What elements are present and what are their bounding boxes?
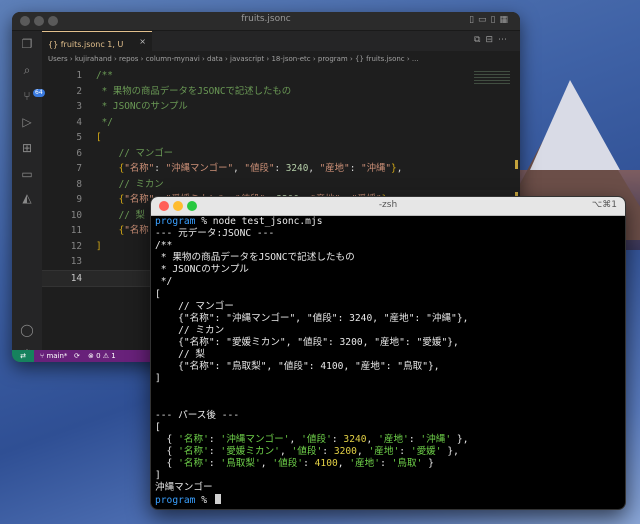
- tab-label: {} fruits.jsonc 1, U: [48, 40, 124, 49]
- remote-indicator[interactable]: ⇄: [12, 350, 34, 362]
- code-line[interactable]: 3 * JSONCのサンプル: [42, 99, 520, 115]
- code-line[interactable]: 4 */: [42, 115, 520, 131]
- terminal-line: --- 元データ:JSONC ---: [155, 228, 275, 240]
- code-line[interactable]: 6 // マンゴー: [42, 146, 520, 162]
- modified-marker: [515, 160, 518, 169]
- sync-icon[interactable]: ⟳: [74, 350, 80, 362]
- editor-tab-bar: {} fruits.jsonc 1, U × ⧉⊟⋯: [42, 31, 520, 52]
- minimap[interactable]: [474, 70, 510, 84]
- remote-explorer-icon[interactable]: ▭: [20, 167, 34, 181]
- explorer-icon[interactable]: ❐: [20, 37, 34, 51]
- code-text: {"名称": [118, 225, 155, 236]
- branch-name: main*: [46, 352, 68, 360]
- line-number: 2: [76, 85, 82, 97]
- layout-icons[interactable]: ▯▭▯▦: [469, 15, 512, 25]
- line-number: 1: [76, 70, 82, 81]
- line-number: 4: [76, 116, 82, 128]
- terminal-line: program % node test_jsonc.mjs: [155, 216, 323, 227]
- terminal-line: {"名称": "愛媛ミカン", "値段": 3200, "産地": "愛媛"},: [155, 336, 459, 348]
- line-number: 8: [76, 178, 82, 190]
- terminal-line: // ミカン: [155, 324, 225, 336]
- terminal-titlebar: -zsh ⌥⌘1: [151, 197, 625, 216]
- terminal-line: */: [155, 276, 173, 288]
- activity-bar: ❐ ⌕ ⑂64 ▷ ⊞ ▭ ◭ ◯ ⚙: [12, 31, 45, 361]
- line-number: 9: [76, 194, 82, 205]
- code-text: // ミカン: [118, 178, 164, 190]
- code-text: // マンゴー: [118, 147, 174, 159]
- line-number: 13: [70, 256, 82, 267]
- editor-actions[interactable]: ⧉⊟⋯: [474, 35, 512, 45]
- line-number: 3: [76, 101, 82, 112]
- code-text: * JSONCのサンプル: [96, 101, 188, 112]
- terminal-line: * 果物の商品データをJSONCで記述したもの: [155, 252, 355, 264]
- vscode-window-title: fruits.jsonc: [241, 14, 291, 24]
- close-icon[interactable]: ×: [133, 32, 146, 52]
- code-text: // 梨: [118, 209, 145, 221]
- terminal-line: 沖縄マンゴー: [155, 482, 213, 494]
- terminal-line: ]: [155, 373, 161, 385]
- code-line[interactable]: 8 // ミカン: [42, 177, 520, 193]
- code-line[interactable]: 7 {"名称": "沖縄マンゴー", "値段": 3240, "産地": "沖縄…: [42, 161, 520, 177]
- terminal-line: /**: [155, 240, 173, 252]
- vscode-titlebar: fruits.jsonc ▯▭▯▦: [12, 12, 520, 31]
- terminal-line: // マンゴー: [155, 300, 234, 312]
- extensions-icon[interactable]: ⊞: [20, 141, 34, 155]
- terminal-line: { '名称': '愛媛ミカン', '値段': 3200, '産地': '愛媛' …: [155, 445, 459, 457]
- terminal-line: { '名称': '沖縄マンゴー', '値段': 3240, '産地': '沖縄'…: [155, 433, 469, 445]
- code-text: /**: [96, 70, 113, 81]
- source-control-icon[interactable]: ⑂ 64: [20, 89, 45, 103]
- terminal-line: ]: [155, 469, 161, 481]
- code-text: ]: [96, 240, 102, 252]
- run-debug-icon[interactable]: ▷: [20, 115, 34, 129]
- terminal-line: [: [155, 421, 161, 433]
- line-number: 7: [76, 163, 82, 174]
- terminal-line: program %: [155, 494, 621, 506]
- line-number: 6: [76, 147, 82, 159]
- line-number: 12: [70, 240, 82, 252]
- code-text: {"名称": "沖縄マンゴー", "値段": 3240, "産地": "沖縄"}…: [118, 163, 403, 174]
- terminal-line: // 梨: [155, 349, 206, 361]
- terminal-line: {"名称": "鳥取梨", "値段": 4100, "産地": "鳥取"},: [155, 361, 440, 373]
- search-icon[interactable]: ⌕: [20, 63, 34, 77]
- terminal-line: --- パース後 ---: [155, 409, 240, 421]
- code-line[interactable]: 1 /**: [42, 68, 520, 84]
- code-line[interactable]: 2 * 果物の商品データをJSONCで記述したもの: [42, 84, 520, 100]
- terminal-title: -zsh: [378, 200, 398, 210]
- line-number: 11: [70, 225, 82, 236]
- docker-icon[interactable]: ◭: [20, 191, 34, 205]
- terminal-line: { '名称': '鳥取梨', '値段': 4100, '産地': '鳥取' }: [155, 457, 434, 469]
- terminal-line: {"名称": "沖縄マンゴー", "値段": 3240, "産地": "沖縄"}…: [155, 312, 469, 324]
- terminal-line: * JSONCのサンプル: [155, 264, 249, 276]
- code-line[interactable]: 5[: [42, 130, 520, 146]
- problems-indicator[interactable]: ⊗ 0 ⚠ 1: [88, 350, 116, 362]
- line-number: 10: [70, 209, 82, 221]
- line-number: 14: [70, 272, 82, 284]
- terminal-shortcut: ⌥⌘1: [591, 200, 617, 210]
- code-text: * 果物の商品データをJSONCで記述したもの: [96, 85, 292, 97]
- line-number: 5: [76, 132, 82, 143]
- terminal-output[interactable]: program % node test_jsonc.mjs --- 元データ:JS…: [155, 216, 621, 509]
- code-text: */: [96, 116, 113, 128]
- terminal-window: -zsh ⌥⌘1 program % node test_jsonc.mjs --…: [150, 196, 626, 510]
- terminal-line: [: [155, 288, 161, 300]
- tab-fruits-jsonc[interactable]: {} fruits.jsonc 1, U ×: [42, 31, 152, 52]
- account-icon[interactable]: ◯: [20, 323, 34, 337]
- code-text: [: [96, 132, 102, 143]
- branch-indicator[interactable]: ⑂ main*: [40, 350, 67, 362]
- breadcrumb[interactable]: Users › kujirahand › repos › column-myna…: [42, 52, 520, 66]
